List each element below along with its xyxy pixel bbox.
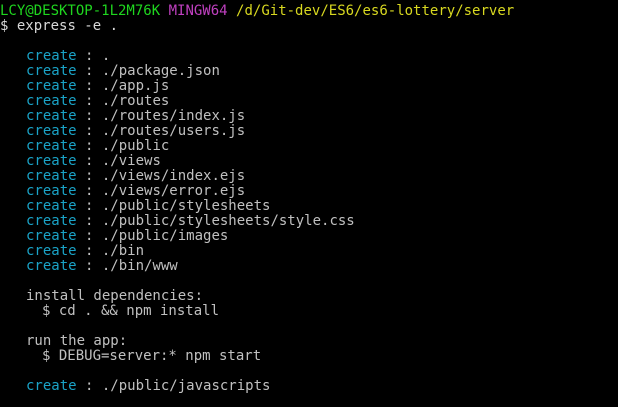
terminal-window[interactable]: LCY@DESKTOP-1L2M76K MINGW64 /d/Git-dev/E… [0,0,618,407]
final-create-line: create : ./public/javascripts [0,379,618,394]
create-keyword: create [26,184,77,199]
create-line: create : ./public [0,139,618,154]
create-keyword: create [26,199,77,214]
create-line: create : ./package.json [0,64,618,79]
create-separator: : [76,244,102,259]
create-separator: : [76,184,102,199]
create-path: ./views/error.ejs [101,184,246,199]
run-command: $ DEBUG=server:* npm start [42,349,262,364]
create-output-list: create : . create : ./package.json create … [0,49,618,274]
create-separator: : [76,109,102,124]
create-path: ./views/index.ejs [101,169,246,184]
create-line: create : ./views/index.ejs [0,169,618,184]
create-separator: : [76,139,102,154]
command-line: $ express -e . [0,19,618,34]
create-path: ./public/stylesheets [101,199,271,214]
create-separator: : [76,49,102,64]
create-keyword: create [26,124,77,139]
run-heading: run the app: [26,334,128,349]
create-keyword: create [26,94,77,109]
create-keyword: create [26,259,77,274]
create-line: create : ./public/stylesheets/style.css [0,214,618,229]
install-heading: install dependencies: [26,289,204,304]
create-path: ./public/stylesheets/style.css [101,214,355,229]
prompt-shell: MINGW64 [168,4,228,19]
prompt-user-host: LCY@DESKTOP-1L2M76K [0,4,161,19]
create-separator: : [76,124,102,139]
create-path: ./routes/index.js [101,109,246,124]
create-line: create : ./routes [0,94,618,109]
create-separator: : [76,379,102,394]
create-line: create : ./bin [0,244,618,259]
create-path: ./app.js [101,79,170,94]
create-line: create : ./routes/users.js [0,124,618,139]
create-line: create : ./public/stylesheets [0,199,618,214]
create-path: ./views [101,154,161,169]
create-keyword: create [26,154,77,169]
create-separator: : [76,154,102,169]
create-path: ./public/javascripts [101,379,271,394]
create-path: ./routes/users.js [101,124,246,139]
create-line: create : ./routes/index.js [0,109,618,124]
create-separator: : [76,229,102,244]
create-line: create : ./app.js [0,79,618,94]
install-command: $ cd . && npm install [42,304,220,319]
create-keyword: create [26,244,77,259]
create-separator: : [76,94,102,109]
create-path: ./public/images [101,229,229,244]
create-line: create : ./views/error.ejs [0,184,618,199]
create-line: create : ./public/images [0,229,618,244]
create-keyword: create [26,109,77,124]
create-separator: : [76,64,102,79]
command-text: express -e . [16,19,119,34]
create-separator: : [76,79,102,94]
create-separator: : [76,169,102,184]
prompt-path: /d/Git-dev/ES6/es6-lottery/server [236,4,515,19]
prompt-line: LCY@DESKTOP-1L2M76K MINGW64 /d/Git-dev/E… [0,4,618,19]
create-separator: : [76,259,102,274]
create-keyword: create [26,214,77,229]
create-line: create : . [0,49,618,64]
create-keyword: create [26,49,77,64]
create-path: . [101,49,111,64]
create-keyword: create [26,229,77,244]
prompt-symbol: $ [0,19,9,34]
create-path: ./routes [101,94,170,109]
create-path: ./bin/www [101,259,178,274]
create-keyword: create [26,379,77,394]
create-path: ./bin [101,244,145,259]
create-line: create : ./views [0,154,618,169]
create-line: create : ./bin/www [0,259,618,274]
create-separator: : [76,214,102,229]
create-keyword: create [26,79,77,94]
create-path: ./package.json [101,64,220,79]
create-keyword: create [26,64,77,79]
create-keyword: create [26,169,77,184]
create-path: ./public [101,139,170,154]
create-keyword: create [26,139,77,154]
create-separator: : [76,199,102,214]
